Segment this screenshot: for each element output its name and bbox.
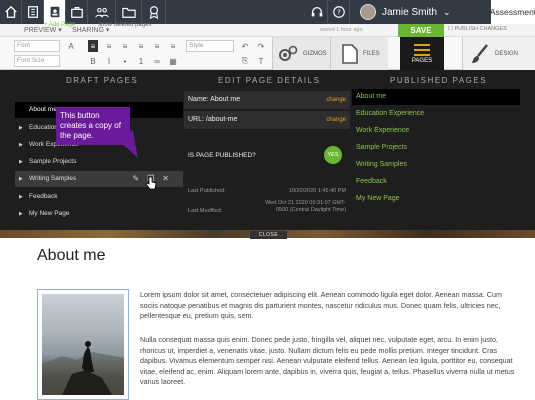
draft-page-item[interactable]: ▶ Sample Projects: [15, 154, 183, 170]
briefcase-icon[interactable]: [66, 0, 88, 24]
numbered-list-icon[interactable]: 1: [136, 55, 146, 67]
delete-x-icon[interactable]: ✕: [162, 171, 169, 187]
headset-icon[interactable]: [306, 0, 328, 24]
last-modified-label: Last Modified:: [188, 208, 223, 214]
published-page-item[interactable]: Education Experience: [352, 106, 520, 122]
people-icon[interactable]: [88, 0, 116, 24]
table-icon[interactable]: ▦: [168, 55, 178, 67]
design-button[interactable]: DESIGN: [462, 37, 535, 70]
draft-page-item[interactable]: ▶ My New Page: [15, 206, 183, 222]
justify-icon[interactable]: ≡: [136, 40, 146, 52]
paragraph-1: Lorem ipsum dolor sit amet, consectetuer…: [140, 290, 502, 320]
last-published-value: 10/20/2020 1:45:40 PM: [288, 188, 346, 194]
editor-toolbar: Font Font Size A ≡ ≡ ≡ ≡ ≡ ≡ B I • 1 ∞ ▦…: [0, 37, 535, 70]
home-icon[interactable]: [0, 0, 22, 24]
published-toggle[interactable]: YES: [324, 146, 342, 164]
add-page-link[interactable]: + Add Page: [44, 22, 75, 28]
expand-icon[interactable]: ▶: [19, 120, 23, 136]
page-photo[interactable]: [37, 289, 129, 400]
expand-icon[interactable]: ▶: [19, 154, 23, 170]
files-button[interactable]: FILES: [330, 37, 388, 70]
last-published-label: Last Published:: [188, 188, 226, 194]
close-panel-button[interactable]: CLOSE: [250, 231, 287, 239]
draft-pages-title: DRAFT PAGES: [66, 76, 139, 85]
published-page-item[interactable]: My New Page: [352, 191, 520, 207]
edit-page-details-title: EDIT PAGE DETAILS: [218, 76, 321, 85]
pages-icon: [414, 44, 430, 56]
show-deleted-link[interactable]: show deleted pages: [98, 22, 151, 28]
font-select[interactable]: Font: [14, 40, 60, 52]
last-modified-value: Wed Oct 21 2020 09:31:07 GMT-0500 (Centr…: [265, 200, 346, 213]
published-page-item[interactable]: Sample Projects: [352, 140, 520, 156]
published-page-item[interactable]: About me: [352, 89, 520, 105]
link-icon[interactable]: ∞: [152, 55, 162, 67]
undo-icon[interactable]: ↶: [240, 40, 250, 52]
italic-icon[interactable]: I: [104, 55, 114, 67]
publish-changes-button[interactable]: ☐ PUBLISH CHANGES: [448, 26, 507, 32]
align-left-icon[interactable]: ≡: [88, 40, 98, 52]
draft-page-item[interactable]: ▶Writing Samples ✎ ❐ ✕: [15, 171, 183, 187]
align-right-icon[interactable]: ≡: [120, 40, 130, 52]
user-name: Jamie Smith: [382, 6, 438, 18]
wanderer-image: [42, 294, 124, 395]
page-url-row: URL: /about-me change: [184, 111, 350, 129]
published-question: IS PAGE PUBLISHED?: [188, 152, 256, 159]
svg-text:?: ?: [337, 9, 341, 17]
file-icon: [342, 43, 358, 64]
list-icon[interactable]: •: [120, 55, 130, 67]
indent-icon[interactable]: ≡: [152, 40, 162, 52]
edit-pencil-icon[interactable]: ✎: [132, 171, 139, 187]
page-title: About me: [37, 247, 106, 264]
save-button[interactable]: SAVE: [398, 24, 444, 37]
page-name-row: Name: About me change: [184, 91, 350, 109]
brush-icon: [472, 43, 488, 63]
award-icon[interactable]: [142, 0, 166, 24]
clear-format-icon[interactable]: T: [256, 55, 266, 67]
outdent-icon[interactable]: ≡: [168, 40, 178, 52]
top-nav: ? Jamie Smith ⌄ Assessment: [0, 0, 535, 24]
expand-icon[interactable]: ▶: [19, 189, 23, 205]
font-size-select[interactable]: Font Size: [14, 55, 60, 67]
redo-icon[interactable]: ↷: [256, 40, 266, 52]
published-page-item[interactable]: Writing Samples: [352, 157, 520, 173]
bold-icon[interactable]: B: [88, 55, 98, 67]
assessment-tab[interactable]: Assessment: [490, 0, 535, 24]
copy-format-icon[interactable]: ⎘: [240, 55, 250, 67]
saved-status: saved 1 hour ago: [320, 27, 363, 33]
hand-cursor-icon: [145, 176, 157, 190]
gears-icon: [279, 45, 298, 61]
chevron-down-icon: ⌄: [443, 6, 451, 17]
style-select[interactable]: Style: [186, 40, 234, 52]
org-icon[interactable]: [22, 0, 44, 24]
published-page-item[interactable]: Feedback: [352, 174, 520, 190]
draft-page-item[interactable]: ▶ Feedback: [15, 189, 183, 205]
profile-icon[interactable]: [44, 0, 66, 24]
expand-icon[interactable]: ▶: [19, 137, 23, 153]
expand-icon[interactable]: ▶: [19, 171, 23, 187]
gizmos-button[interactable]: GIZMOS: [272, 37, 330, 70]
change-url-link[interactable]: change: [326, 111, 346, 129]
change-name-link[interactable]: change: [326, 91, 346, 109]
avatar: [360, 4, 376, 20]
align-center-icon[interactable]: ≡: [104, 40, 114, 52]
folder-icon[interactable]: [116, 0, 142, 24]
text-size-icon[interactable]: A: [66, 40, 76, 52]
paragraph-2: Nulla consequat massa quis enim. Donec p…: [140, 335, 515, 386]
expand-icon[interactable]: ▶: [19, 206, 23, 222]
help-icon[interactable]: ?: [328, 0, 350, 24]
pages-button[interactable]: PAGES: [400, 37, 444, 70]
published-page-item[interactable]: Work Experience: [352, 123, 520, 139]
published-pages-title: PUBLISHED PAGES: [390, 76, 488, 85]
user-menu[interactable]: Jamie Smith ⌄: [360, 0, 451, 24]
